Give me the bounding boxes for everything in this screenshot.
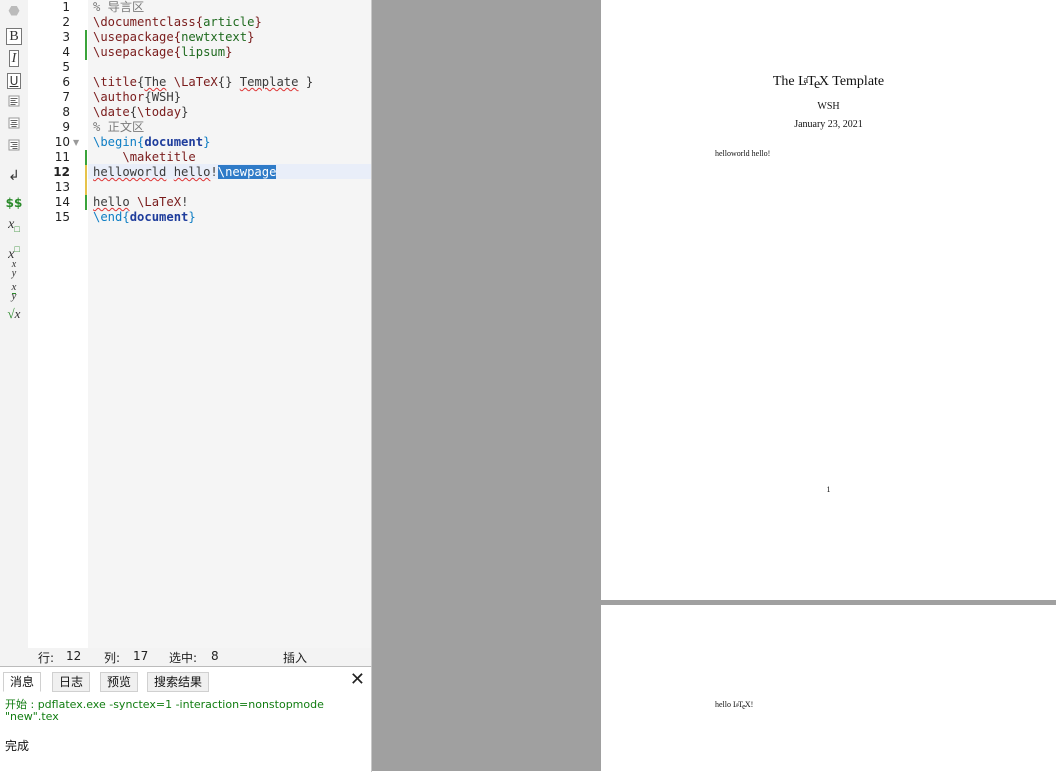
code-line[interactable]: % 导言区 bbox=[93, 0, 144, 15]
line-number: 10 bbox=[54, 135, 70, 149]
subscript-icon[interactable]: x□ bbox=[3, 216, 25, 234]
document-author: WSH bbox=[817, 101, 840, 112]
bold-icon[interactable]: B bbox=[3, 28, 25, 46]
code-line[interactable]: hello \LaTeX! bbox=[93, 195, 188, 210]
line-number: 6 bbox=[62, 75, 70, 89]
code-line[interactable]: \title{The \LaTeX{} Template } bbox=[93, 75, 313, 90]
col-label: 列: bbox=[104, 651, 121, 665]
code-line[interactable]: \maketitle bbox=[93, 150, 195, 165]
change-marker bbox=[85, 195, 87, 210]
line-number: 11 bbox=[54, 150, 70, 164]
latex-logo: LaTeX bbox=[733, 700, 751, 711]
line-number: 3 bbox=[62, 30, 70, 44]
fold-icon[interactable]: ▼ bbox=[73, 138, 79, 147]
latex-toolbar: ⬣ B I U ↲ $$ x□ x□ xy xy √x bbox=[0, 0, 29, 648]
align-right-icon[interactable] bbox=[3, 139, 25, 157]
document-date: January 23, 2021 bbox=[794, 119, 863, 130]
code-editor[interactable]: % 导言区 \documentclass{article} \usepackage{… bbox=[88, 0, 371, 648]
document-title: The LaTeX Template bbox=[772, 74, 885, 93]
row-value: 12 bbox=[66, 649, 82, 663]
latex-logo: LaTeX bbox=[798, 74, 829, 93]
line-number: 14 bbox=[54, 195, 70, 209]
dfrac-icon[interactable]: xy bbox=[3, 281, 25, 302]
code-line[interactable]: helloworld hello!\newpage bbox=[93, 165, 277, 180]
align-center-icon[interactable] bbox=[3, 117, 25, 135]
fraction-icon[interactable]: xy bbox=[3, 260, 25, 279]
italic-icon[interactable]: I bbox=[3, 50, 25, 68]
display-math-icon[interactable]: $$ bbox=[3, 194, 25, 212]
code-line[interactable]: \date{\today} bbox=[93, 105, 188, 120]
line-number: 13 bbox=[54, 180, 70, 194]
newline-icon[interactable]: ↲ bbox=[3, 167, 25, 185]
code-line[interactable]: \begin{document} bbox=[93, 135, 210, 150]
line-number: 12 bbox=[53, 165, 70, 179]
line-number: 9 bbox=[62, 120, 70, 134]
status-bar: 行: 12 列: 17 选中: 8 插入 bbox=[0, 648, 371, 666]
col-value: 17 bbox=[133, 649, 149, 663]
underline-icon[interactable]: U bbox=[3, 72, 25, 90]
undo-icon[interactable]: ⬣ bbox=[3, 3, 25, 21]
message-line: "new".tex bbox=[5, 710, 59, 723]
document-body: hello LaTeX! bbox=[715, 700, 754, 711]
align-left-icon[interactable] bbox=[3, 95, 25, 113]
line-number-gutter: 1 2 3 4 5 6 7 8 9 10 ▼ 11 12 13 14 15 bbox=[28, 0, 88, 648]
code-line[interactable]: \usepackage{lipsum} bbox=[93, 45, 232, 60]
message-done: 完成 bbox=[5, 739, 30, 753]
pdf-page: The LaTeX Template WSH January 23, 2021 … bbox=[601, 0, 1056, 600]
tab-log[interactable]: 日志 bbox=[52, 672, 91, 692]
line-number: 7 bbox=[62, 90, 70, 104]
selection-label: 选中: bbox=[169, 651, 198, 665]
document-body: helloworld hello! bbox=[715, 149, 771, 158]
code-line[interactable]: \usepackage{newtxtext} bbox=[93, 30, 254, 45]
sqrt-icon[interactable]: √x bbox=[3, 305, 25, 323]
tab-messages[interactable]: 消息 bbox=[3, 672, 42, 692]
tab-preview[interactable]: 预览 bbox=[100, 672, 139, 692]
pdf-preview[interactable]: The LaTeX Template WSH January 23, 2021 … bbox=[372, 0, 1056, 771]
code-line[interactable]: \author{WSH} bbox=[93, 90, 181, 105]
close-icon[interactable]: ✕ bbox=[350, 669, 365, 690]
line-number: 5 bbox=[62, 60, 70, 74]
code-line[interactable]: \documentclass{article} bbox=[93, 15, 262, 30]
code-line[interactable]: \end{document} bbox=[93, 210, 196, 225]
line-number: 15 bbox=[54, 210, 70, 224]
tab-search-results[interactable]: 搜索结果 bbox=[147, 672, 210, 692]
change-marker bbox=[85, 30, 87, 60]
change-marker bbox=[85, 150, 87, 165]
code-line[interactable]: % 正文区 bbox=[93, 120, 144, 135]
insert-mode: 插入 bbox=[283, 651, 308, 665]
line-number: 1 bbox=[62, 0, 70, 14]
line-number: 4 bbox=[62, 45, 70, 59]
line-number: 8 bbox=[62, 105, 70, 119]
editor-pane: ⬣ B I U ↲ $$ x□ x□ xy xy √x 1 2 3 4 5 6 7 8 9 10 ▼… bbox=[0, 0, 372, 666]
page-number: 1 bbox=[826, 485, 831, 494]
messages-panel: 消息 日志 预览 搜索结果 ✕ 开始 : pdflatex.exe -synct… bbox=[0, 666, 372, 772]
selection-value: 8 bbox=[211, 649, 219, 663]
line-number: 2 bbox=[62, 15, 70, 29]
superscript-icon[interactable]: x□ bbox=[3, 240, 25, 262]
row-label: 行: bbox=[38, 651, 55, 665]
change-marker bbox=[85, 165, 87, 195]
pdf-page: hello LaTeX! bbox=[601, 605, 1056, 771]
